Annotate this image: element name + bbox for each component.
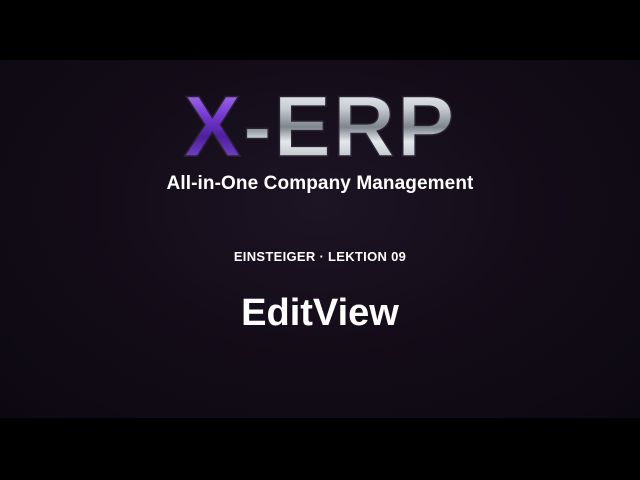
logo-x-letter: X	[184, 79, 243, 174]
letterbox-top	[0, 0, 640, 60]
title-card: X-ERP All-in-One Company Management EINS…	[0, 60, 640, 418]
logo-erp-letters: -ERP	[243, 79, 456, 174]
tagline: All-in-One Company Management	[166, 173, 474, 194]
lesson-label: EINSTEIGER · LEKTION 09	[233, 249, 407, 264]
video-frame: X-ERP All-in-One Company Management EINS…	[0, 0, 640, 480]
x-erp-logo: X-ERP	[183, 78, 457, 174]
topic-title: EditView	[241, 292, 399, 334]
letterbox-bottom	[0, 418, 640, 480]
svg-text:X-ERP: X-ERP	[184, 79, 457, 174]
